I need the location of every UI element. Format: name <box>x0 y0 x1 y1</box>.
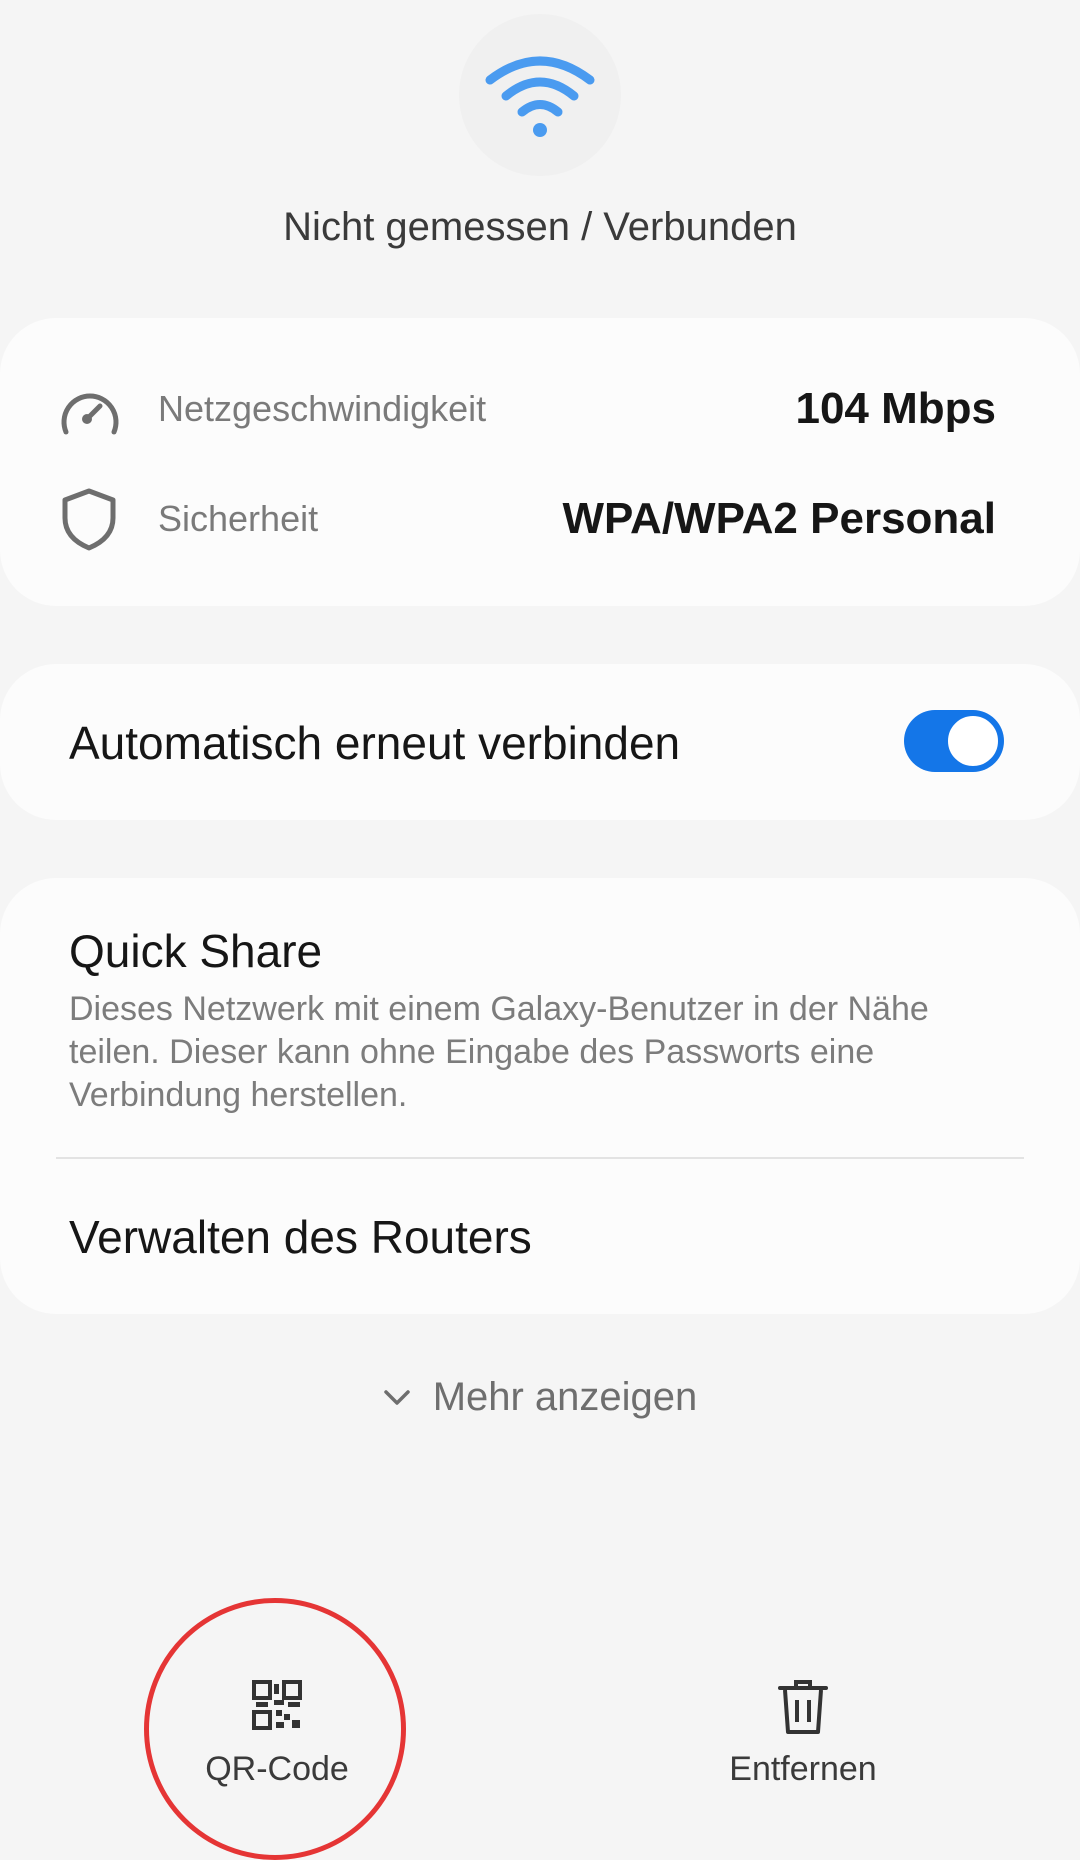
security-value: WPA/WPA2 Personal <box>562 494 996 543</box>
highlight-circle <box>144 1598 406 1860</box>
quick-share-title: Quick Share <box>69 925 323 977</box>
chevron-down-icon <box>383 1389 410 1405</box>
manage-router-item[interactable]: Verwalten des Routers <box>0 1160 1080 1314</box>
actions-card: Quick Share Dieses Netzwerk mit einem Ga… <box>0 878 1080 1314</box>
wifi-icon-container <box>459 14 621 176</box>
toggle-knob <box>945 713 1001 769</box>
speed-value: 104 Mbps <box>795 384 996 433</box>
network-info-card: Netzgeschwindigkeit 104 Mbps Sicherheit … <box>0 318 1080 606</box>
show-more-button[interactable]: Mehr anzeigen <box>0 1375 1080 1420</box>
security-label: Sicherheit <box>158 498 319 539</box>
show-more-label: Mehr anzeigen <box>432 1375 698 1419</box>
speedometer-icon <box>58 386 122 445</box>
connection-status: Nicht gemessen / Verbunden <box>283 205 797 249</box>
divider <box>56 1157 1024 1159</box>
manage-router-label: Verwalten des Routers <box>69 1211 532 1263</box>
shield-icon <box>58 486 120 557</box>
quick-share-description: Dieses Netzwerk mit einem Galaxy-Benutze… <box>69 990 929 1114</box>
trash-icon <box>778 1680 828 1734</box>
speed-label: Netzgeschwindigkeit <box>158 388 487 429</box>
quick-share-item[interactable]: Quick Share Dieses Netzwerk mit einem Ga… <box>0 878 1080 1148</box>
remove-button[interactable]: Entfernen <box>673 1680 933 1789</box>
auto-reconnect-toggle[interactable] <box>904 710 1004 772</box>
auto-reconnect-row[interactable]: Automatisch erneut verbinden <box>0 664 1080 820</box>
remove-label: Entfernen <box>729 1750 877 1788</box>
wifi-icon <box>485 56 595 137</box>
auto-reconnect-label: Automatisch erneut verbinden <box>69 717 681 769</box>
